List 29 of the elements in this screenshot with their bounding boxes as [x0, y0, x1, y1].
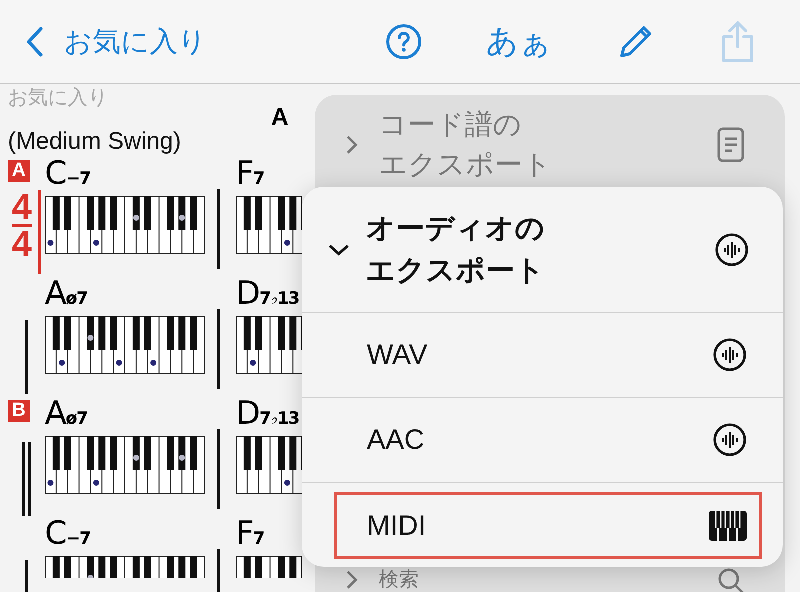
folder-label: お気に入り: [8, 86, 109, 110]
style-label: (Medium Swing): [8, 128, 182, 156]
song-title: A: [271, 104, 289, 132]
chord-symbol: D7♭13: [236, 394, 300, 434]
waveform-icon: [713, 423, 747, 457]
document-icon: [717, 127, 745, 163]
chord-symbol: F7: [236, 514, 264, 554]
menu-option[interactable]: AAC: [334, 407, 762, 473]
piano-keys-icon: [709, 510, 747, 540]
time-signature: 4 4: [12, 190, 42, 274]
search-icon: [717, 567, 745, 592]
waveform-icon: [715, 232, 749, 266]
font-button[interactable]: あぁ: [486, 20, 552, 64]
section-marker: A: [8, 160, 30, 182]
menu-option[interactable]: MIDI: [334, 492, 762, 559]
chord-symbol: D7♭13: [236, 274, 300, 314]
back-button[interactable]: お気に入り: [26, 22, 207, 60]
chord-symbol: Aø7: [45, 274, 88, 314]
chevron-left-icon: [26, 26, 44, 58]
chord-symbol: C−7: [45, 154, 90, 194]
chord-symbol: C−7: [45, 514, 90, 554]
keyboard-drawing: [236, 556, 302, 578]
menu-option[interactable]: WAV: [334, 322, 762, 388]
chord-symbol: F7: [236, 154, 264, 194]
help-icon[interactable]: [386, 24, 422, 60]
submenu-header[interactable]: オーディオの エクスポート: [302, 187, 783, 313]
chord-symbol: Aø7: [45, 394, 88, 434]
section-marker: B: [8, 400, 30, 422]
waveform-icon: [713, 338, 747, 372]
